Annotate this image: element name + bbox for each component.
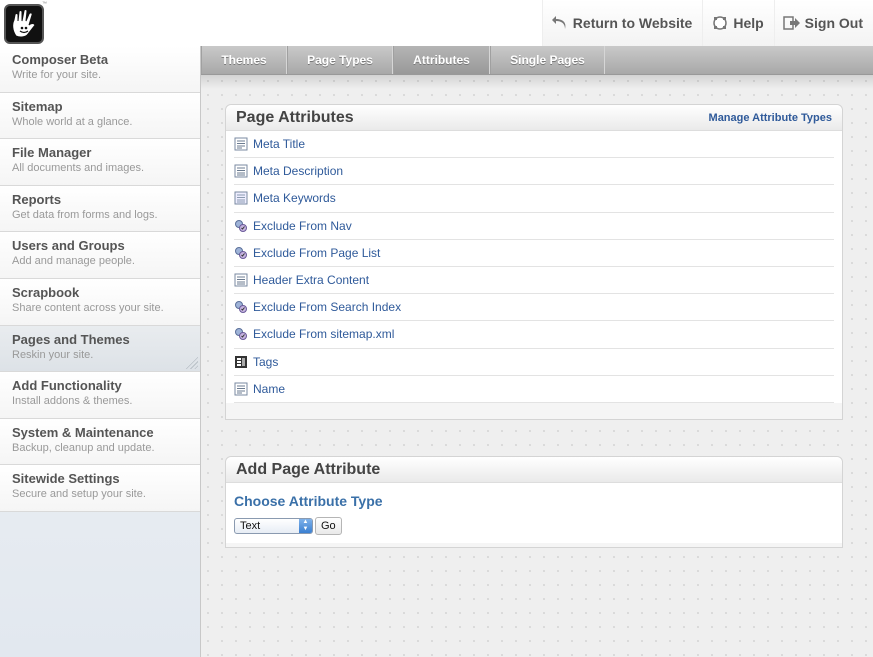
hand-logo-icon <box>12 9 36 38</box>
sidebar-item-description: Reskin your site. <box>12 348 94 361</box>
sidebar-item-title: Scrapbook <box>12 284 80 300</box>
sidebar-item-composer-beta[interactable]: Composer Beta Write for your site. <box>0 46 200 93</box>
sidebar-item-pages-and-themes[interactable]: Pages and Themes Reskin your site. <box>0 325 200 373</box>
textarea-attribute-icon <box>234 164 248 178</box>
list-item: Name <box>234 376 834 403</box>
tab-single-pages[interactable]: Single Pages <box>490 46 605 74</box>
textarea-attribute-icon <box>234 191 248 205</box>
concrete5-logo[interactable] <box>4 4 44 44</box>
attribute-link[interactable]: Meta Title <box>253 137 305 151</box>
choose-attribute-type-label: Choose Attribute Type <box>234 493 383 509</box>
sidebar-item-title: Users and Groups <box>12 238 125 254</box>
return-to-website-link[interactable]: Return to Website <box>541 0 703 46</box>
checkbox-attribute-icon <box>235 328 247 341</box>
sidebar-item-title: Sitemap <box>12 98 63 114</box>
sidebar-item-description: Whole world at a glance. <box>12 115 133 128</box>
textarea-attribute-icon <box>234 273 248 287</box>
sidebar-item-title: Sitewide Settings <box>12 471 120 487</box>
help-label: Help <box>733 15 764 31</box>
sidebar-item-title: System & Maintenance <box>12 424 154 440</box>
sidebar-item-users-and-groups[interactable]: Users and Groups Add and manage people. <box>0 232 200 279</box>
sidebar-item-description: Add and manage people. <box>12 255 135 268</box>
sign-out-label: Sign Out <box>804 15 863 31</box>
sidebar-item-reports[interactable]: Reports Get data from forms and logs. <box>0 185 200 233</box>
sidebar-item-system-maintenance[interactable]: System & Maintenance Backup, cleanup and… <box>0 418 200 466</box>
panel-title: Add Page Attribute <box>236 461 381 478</box>
header-bar: ™ Return to Website Help Sign Out <box>0 0 873 46</box>
sidebar-item-description: Share content across your site. <box>12 301 164 314</box>
return-arrow-icon <box>551 16 566 29</box>
sign-out-icon <box>782 16 800 30</box>
panel-header: Page Attributes Manage Attribute Types <box>226 105 842 131</box>
attribute-link[interactable]: Exclude From sitemap.xml <box>253 327 394 341</box>
tab-page-types[interactable]: Page Types <box>287 46 393 74</box>
attribute-link[interactable]: Exclude From Page List <box>253 246 380 260</box>
list-item: Tags <box>234 349 834 376</box>
sidebar-item-description: All documents and images. <box>12 162 145 175</box>
sidebar-item-title: Reports <box>12 191 62 207</box>
attribute-link[interactable]: Name <box>253 382 285 396</box>
list-item: Exclude From Nav <box>234 213 834 240</box>
add-page-attribute-panel: Add Page Attribute Choose Attribute Type… <box>225 456 843 548</box>
tab-bar: Themes Page Types Attributes Single Page… <box>201 46 873 75</box>
attribute-link[interactable]: Meta Keywords <box>253 191 336 205</box>
tab-bar-shadow <box>201 75 873 89</box>
trademark-mark: ™ <box>42 1 47 7</box>
text-attribute-icon <box>234 382 248 396</box>
select-arrows-icon: ▲ ▼ <box>299 519 312 533</box>
list-item: Exclude From Page List <box>234 240 834 267</box>
list-item: Exclude From sitemap.xml <box>234 321 834 349</box>
sidebar-item-sitewide-settings[interactable]: Sitewide Settings Secure and setup your … <box>0 465 200 512</box>
top-navigation: Return to Website Help Sign Out <box>541 0 873 46</box>
sidebar-item-title: Pages and Themes <box>12 331 130 347</box>
attribute-type-selected-value: Text <box>240 520 261 532</box>
sidebar-item-description: Secure and setup your site. <box>12 488 146 501</box>
sidebar-item-add-functionality[interactable]: Add Functionality Install addons & theme… <box>0 372 200 419</box>
list-item: Meta Description <box>234 158 834 186</box>
sidebar-item-description: Install addons & themes. <box>12 395 133 408</box>
tab-attributes[interactable]: Attributes <box>393 46 490 74</box>
attribute-link[interactable]: Tags <box>253 355 278 369</box>
go-button[interactable]: Go <box>315 517 342 535</box>
sidebar-item-description: Get data from forms and logs. <box>12 208 158 221</box>
select-attribute-icon <box>235 355 247 368</box>
attribute-list: Meta Title Meta Description Meta Keyword… <box>226 131 842 403</box>
tab-themes[interactable]: Themes <box>201 46 287 74</box>
list-item: Meta Title <box>234 131 834 159</box>
text-attribute-icon <box>234 137 248 151</box>
checkbox-attribute-icon <box>235 246 247 259</box>
help-icon <box>713 16 728 30</box>
sidebar-item-description: Backup, cleanup and update. <box>12 441 155 454</box>
panel-footer <box>226 543 842 547</box>
sidebar: Composer Beta Write for your site. Sitem… <box>0 46 201 657</box>
help-link[interactable]: Help <box>702 0 774 46</box>
manage-attribute-types-link[interactable]: Manage Attribute Types <box>709 112 832 124</box>
sidebar-item-description: Write for your site. <box>12 69 102 81</box>
page-attributes-panel: Page Attributes Manage Attribute Types M… <box>225 104 843 420</box>
sidebar-item-title: File Manager <box>12 145 92 161</box>
sidebar-item-file-manager[interactable]: File Manager All documents and images. <box>0 139 200 186</box>
sign-out-link[interactable]: Sign Out <box>773 0 873 46</box>
main-content: Themes Page Types Attributes Single Page… <box>201 46 873 657</box>
list-item: Meta Keywords <box>234 185 834 213</box>
sidebar-item-title: Add Functionality <box>12 378 122 394</box>
sidebar-item-sitemap[interactable]: Sitemap Whole world at a glance. <box>0 92 200 140</box>
checkbox-attribute-icon <box>235 219 247 232</box>
attribute-type-select[interactable]: Text ▲ ▼ <box>234 518 313 534</box>
list-item: Exclude From Search Index <box>234 294 834 322</box>
sidebar-item-title: Composer Beta <box>12 52 109 67</box>
attribute-type-controls: Text ▲ ▼ Go <box>234 517 834 535</box>
attribute-link[interactable]: Exclude From Nav <box>253 219 352 233</box>
return-to-website-label: Return to Website <box>572 15 693 31</box>
list-item: Header Extra Content <box>234 267 834 295</box>
add-attribute-form: Choose Attribute Type Text ▲ ▼ Go <box>226 483 842 543</box>
attribute-link[interactable]: Exclude From Search Index <box>253 300 401 314</box>
attribute-link[interactable]: Meta Description <box>253 164 343 178</box>
panel-header: Add Page Attribute <box>226 457 842 483</box>
panel-title: Page Attributes <box>236 109 354 126</box>
attribute-link[interactable]: Header Extra Content <box>253 273 369 287</box>
sidebar-item-scrapbook[interactable]: Scrapbook Share content across your site… <box>0 278 200 326</box>
panel-footer <box>226 402 842 419</box>
checkbox-attribute-icon <box>235 301 247 314</box>
